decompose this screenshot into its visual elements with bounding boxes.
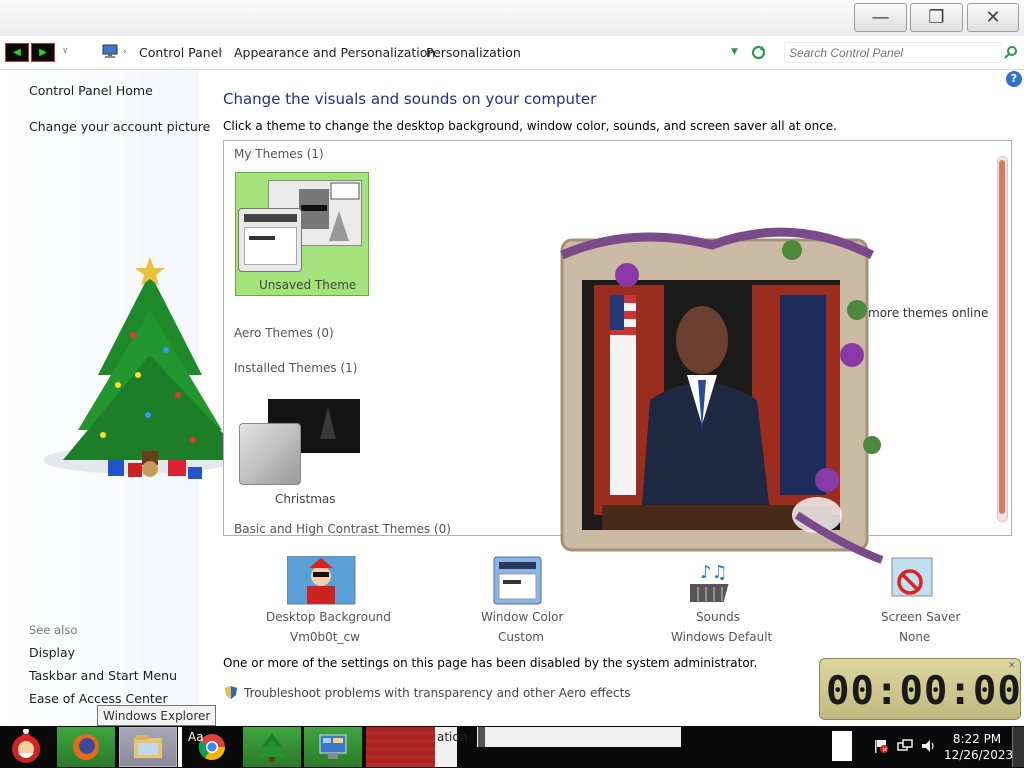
computer-icon bbox=[102, 44, 118, 58]
explorer-icon bbox=[134, 735, 162, 758]
refresh-icon[interactable] bbox=[751, 45, 766, 60]
desktop-background-value: Vm0b0t_cw bbox=[290, 630, 360, 644]
screen-saver-value: None bbox=[899, 630, 931, 644]
clock[interactable]: 8:22 PM 12/26/2023 bbox=[944, 731, 1014, 763]
group-installed-themes[interactable]: Installed Themes (1) bbox=[234, 361, 357, 375]
firefox-icon bbox=[73, 734, 99, 760]
troubleshoot-link[interactable]: Troubleshoot problems with transparency … bbox=[244, 686, 631, 700]
group-basic-themes[interactable]: Basic and High Contrast Themes (0) bbox=[234, 522, 451, 536]
taskbar-partial-text-2: ation bbox=[437, 730, 468, 744]
taskbar-divider bbox=[178, 727, 182, 767]
taskbar-partial-text: Aa bbox=[188, 730, 204, 744]
svg-text:✕: ✕ bbox=[882, 746, 888, 754]
show-desktop-button[interactable] bbox=[1012, 727, 1024, 767]
svg-text:♪♫: ♪♫ bbox=[700, 562, 728, 583]
crumb-separator: › bbox=[411, 47, 415, 57]
window-color-icon[interactable] bbox=[493, 556, 563, 606]
page-title: Change the visuals and sounds on your co… bbox=[223, 90, 597, 108]
minimize-button[interactable]: — bbox=[854, 3, 907, 32]
desktop-background-label[interactable]: Desktop Background bbox=[266, 610, 391, 624]
disabled-notice: One or more of the settings on this page… bbox=[223, 656, 758, 670]
control-panel-home-link[interactable]: Control Panel Home bbox=[29, 83, 153, 98]
taskbar-light-bar-edge bbox=[478, 727, 485, 747]
change-account-picture-link[interactable]: Change your account picture bbox=[29, 119, 210, 134]
back-icon[interactable]: ◀ bbox=[5, 43, 29, 62]
theme-unsaved-label: Unsaved Theme bbox=[259, 278, 357, 292]
taskbar-red-app[interactable] bbox=[366, 727, 435, 767]
clock-time: 8:22 PM bbox=[952, 732, 1002, 746]
timer-display: 00:00:00 bbox=[826, 669, 1022, 714]
close-button[interactable]: ✕ bbox=[967, 3, 1019, 32]
taskbar-windows-explorer[interactable] bbox=[119, 727, 177, 767]
search-icon[interactable] bbox=[1004, 45, 1018, 59]
network-icon[interactable] bbox=[897, 738, 913, 754]
santa-icon bbox=[12, 729, 40, 763]
page-description: Click a theme to change the desktop back… bbox=[223, 119, 837, 133]
forward-icon[interactable]: ▶ bbox=[31, 43, 55, 62]
sounds-icon[interactable]: ♪♫ bbox=[679, 556, 760, 606]
taskbar-christmas-app[interactable] bbox=[243, 727, 301, 767]
tree-icon bbox=[260, 733, 284, 762]
breadcrumb-personalization[interactable]: Personalization bbox=[426, 45, 521, 60]
clock-date: 12/26/2023 bbox=[944, 748, 1014, 762]
sounds-value: Windows Default bbox=[671, 630, 773, 644]
window-color-value: Custom bbox=[498, 630, 544, 644]
flag-icon[interactable]: ✕ bbox=[873, 738, 889, 754]
volume-icon[interactable] bbox=[920, 738, 936, 754]
christmas-window-color-preview bbox=[239, 423, 301, 485]
shield-icon bbox=[224, 685, 238, 700]
theme-christmas-label: Christmas bbox=[275, 492, 336, 506]
group-my-themes[interactable]: My Themes (1) bbox=[234, 147, 324, 161]
taskbar-start-menu-link[interactable]: Taskbar and Start Menu bbox=[29, 668, 177, 683]
help-icon[interactable]: ? bbox=[1006, 71, 1022, 87]
themes-scrollbar-thumb[interactable] bbox=[999, 160, 1005, 514]
start-button[interactable] bbox=[0, 727, 52, 767]
window-color-label[interactable]: Window Color bbox=[481, 610, 563, 624]
crumb-separator: › bbox=[219, 47, 223, 57]
ease-of-access-link[interactable]: Ease of Access Center bbox=[29, 691, 168, 706]
gadget-close-icon[interactable]: ✕ bbox=[1008, 661, 1016, 671]
restore-icon: ❐ bbox=[928, 7, 945, 28]
restore-button[interactable]: ❐ bbox=[910, 3, 963, 32]
taskbar-control-panel[interactable] bbox=[304, 727, 362, 767]
window-color-preview bbox=[238, 208, 302, 272]
sounds-label[interactable]: Sounds bbox=[696, 610, 740, 624]
desktop-background-icon[interactable] bbox=[286, 555, 357, 606]
minimize-icon: — bbox=[871, 7, 890, 28]
group-aero-themes[interactable]: Aero Themes (0) bbox=[234, 326, 334, 340]
close-icon: ✕ bbox=[985, 7, 1001, 28]
display-link[interactable]: Display bbox=[29, 645, 75, 660]
search-input[interactable] bbox=[784, 42, 1002, 63]
breadcrumb-appearance[interactable]: Appearance and Personalization bbox=[234, 45, 435, 60]
taskbar-firefox[interactable] bbox=[57, 727, 115, 767]
see-also-title: See also bbox=[29, 623, 78, 637]
framed-photo-overlay bbox=[552, 215, 890, 565]
control-panel-icon bbox=[319, 734, 347, 759]
screen-saver-label[interactable]: Screen Saver bbox=[881, 610, 960, 624]
screen-saver-icon[interactable] bbox=[888, 556, 958, 606]
christmas-tree-decoration bbox=[38, 255, 253, 490]
address-dropdown-icon[interactable]: ▼ bbox=[731, 47, 738, 57]
taskbar-light-bar bbox=[477, 727, 681, 747]
tray-notification-icon[interactable] bbox=[832, 731, 852, 761]
tooltip: Windows Explorer bbox=[97, 705, 217, 726]
nav-buttons: ◀ ▶ bbox=[5, 43, 55, 62]
recent-pages-chevron-icon[interactable]: ∨ bbox=[62, 46, 69, 56]
crumb-separator: › bbox=[123, 47, 127, 57]
breadcrumb-control-panel[interactable]: Control Panel bbox=[139, 45, 222, 60]
